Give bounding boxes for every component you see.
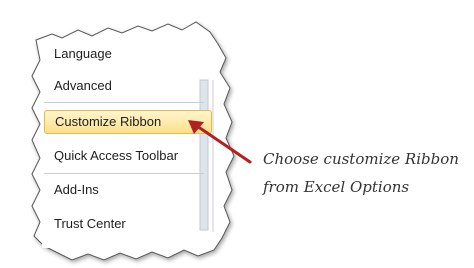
annotation-line-2: from Excel Options: [263, 178, 410, 196]
divider: [44, 102, 204, 103]
nav-item-advanced[interactable]: Advanced: [44, 74, 212, 98]
nav-item-add-ins[interactable]: Add-Ins: [44, 178, 212, 202]
callout-arrow-icon: [188, 120, 252, 164]
annotation-line-1: Choose customize Ribbon: [263, 150, 459, 168]
nav-item-label: Trust Center: [54, 216, 126, 231]
nav-item-language[interactable]: Language: [44, 42, 212, 66]
nav-item-trust-center[interactable]: Trust Center: [44, 212, 212, 236]
nav-item-label: Language: [54, 46, 112, 61]
nav-item-label: Add-Ins: [54, 182, 99, 197]
nav-item-label: Customize Ribbon: [55, 114, 162, 129]
nav-item-label: Quick Access Toolbar: [54, 148, 179, 163]
nav-item-label: Advanced: [54, 78, 112, 93]
divider: [44, 173, 204, 174]
